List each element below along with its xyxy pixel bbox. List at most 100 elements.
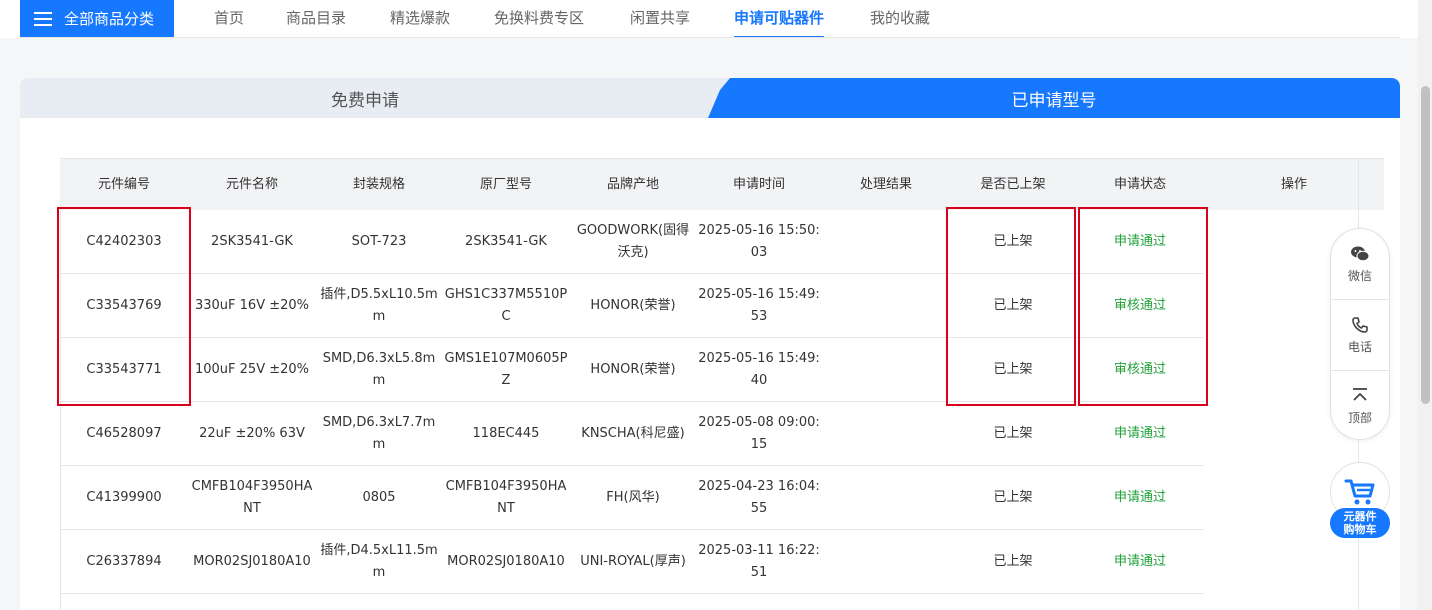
cart-icon [1344,479,1375,505]
col-header-code: 元件编号 [97,177,150,192]
col-header-status: 申请状态 [1113,177,1166,192]
table-row: C26337894 MOR02SJ0180A10 插件,D4.5xL11.5mm… [60,530,1204,594]
cell-time: 2025-04-23 16:04:55 [698,479,820,516]
cell-mfr-part: CMFB104F3950HANT [445,479,567,516]
wechat-icon [1351,246,1370,261]
cell-brand: FH(风华) [606,490,660,505]
cell-code: C33543769 [86,298,162,313]
cell-code: C26337894 [86,554,162,569]
col-header-name: 元件名称 [225,177,278,192]
cell-time: 2025-05-08 09:00:15 [698,415,820,452]
cell-code: C41399900 [86,490,162,505]
cart-label-line2: 购物车 [1343,523,1377,536]
wechat-label: 微信 [1347,268,1372,283]
phone-button[interactable]: 电话 [1331,300,1389,370]
cell-status: 审核通过 [1113,362,1166,377]
nav-divider [20,37,1400,38]
all-categories-button[interactable]: 全部商品分类 [20,0,174,37]
cell-name: 2SK3541-GK [211,234,293,249]
table-left-border [60,210,61,610]
cell-mfr-part: MOR02SJ0180A10 [447,554,565,569]
cell-status: 申请通过 [1113,490,1166,505]
nav-item-idle-share[interactable]: 闲置共享 [630,0,690,37]
phone-icon [1352,316,1368,333]
tab-free-apply[interactable]: 免费申请 [20,78,740,118]
cell-listed: 已上架 [993,298,1033,313]
cell-brand: HONOR(荣誉) [590,362,676,377]
cell-result [822,210,950,274]
cell-brand: HONOR(荣誉) [590,298,676,313]
col-header-action: 操作 [1280,177,1307,192]
col-header-result: 处理结果 [859,177,912,192]
cell-result [822,402,950,466]
back-to-top-icon [1353,387,1367,401]
cell-time: 2025-05-16 15:49:40 [698,351,820,388]
cell-status: 审核通过 [1113,298,1166,313]
cell-package: SMD,D6.3xL5.8mm [322,351,436,388]
cart-label: 元器件 购物车 [1330,508,1390,538]
col-header-time: 申请时间 [732,177,785,192]
cell-package: SMD,D6.3xL7.7mm [322,415,436,452]
all-categories-label: 全部商品分类 [64,10,155,28]
cell-result [822,530,950,594]
cell-name: 330uF 16V ±20% [194,298,310,313]
cell-result [822,338,950,402]
cell-mfr-part: 2SK3541-GK [465,234,547,249]
floating-toolbar: 微信 电话 顶部 [1330,228,1390,440]
table-header: 元件编号 元件名称 封装规格 原厂型号 品牌产地 申请时间 处理结果 是否已上架… [60,158,1384,210]
nav-item-apply-parts[interactable]: 申请可贴器件 [734,0,825,38]
cell-status: 申请通过 [1113,234,1166,249]
cell-listed: 已上架 [993,234,1033,249]
cart-label-line1: 元器件 [1343,510,1377,523]
cell-name: CMFB104F3950HANT [191,479,313,516]
cell-package: SOT-723 [351,234,407,249]
wechat-button[interactable]: 微信 [1331,229,1389,299]
nav-item-featured[interactable]: 精选爆款 [390,0,450,37]
cell-listed: 已上架 [993,554,1033,569]
cell-name: MOR02SJ0180A10 [193,554,311,569]
cell-brand: UNI-ROYAL(厚声) [580,554,686,569]
table-row: C33543769 330uF 16V ±20% 插件,D5.5xL10.5mm… [60,274,1204,338]
cart-button[interactable]: 元器件 购物车 [1330,462,1390,538]
tab-applied-models[interactable]: 已申请型号 [708,78,1400,118]
cell-listed: 已上架 [993,362,1033,377]
cell-package: 插件,D4.5xL11.5mm [320,543,438,580]
cell-package: 0805 [362,490,396,505]
nav-item-home[interactable]: 首页 [214,0,244,37]
cell-code: C42402303 [86,234,162,249]
cell-name: 100uF 25V ±20% [194,362,310,377]
cell-time: 2025-05-16 15:49:53 [698,287,820,324]
nav-item-catalog[interactable]: 商品目录 [286,0,346,37]
phone-label: 电话 [1347,339,1372,354]
top-nav: 全部商品分类 首页 商品目录 精选爆款 免换料费专区 闲置共享 申请可贴器件 我… [0,0,1432,38]
cell-name: 22uF ±20% 63V [199,426,305,441]
cell-brand: GOODWORK(固得沃克) [576,223,690,260]
menu-icon [34,11,52,26]
cell-time: 2025-05-16 15:50:03 [698,223,820,260]
cell-listed: 已上架 [993,426,1033,441]
table-row: C33543771 100uF 25V ±20% SMD,D6.3xL5.8mm… [60,338,1204,402]
col-header-package: 封装规格 [352,177,405,192]
col-header-listed: 是否已上架 [980,177,1046,192]
cell-time: 2025-03-11 16:22:51 [698,543,820,580]
cell-status: 申请通过 [1113,426,1166,441]
cell-package: 插件,D5.5xL10.5mm [320,287,438,324]
nav-item-favorites[interactable]: 我的收藏 [870,0,930,37]
cell-mfr-part: GMS1E107M0605PZ [444,351,568,388]
nav-item-free-reel-change[interactable]: 免换料费专区 [494,0,584,37]
cell-code: C46528097 [86,426,162,441]
cell-brand: KNSCHA(科尼盛) [581,426,685,441]
table-row: C41399900 CMFB104F3950HANT 0805 CMFB104F… [60,466,1204,530]
cell-listed: 已上架 [993,490,1033,505]
cell-code: C33543771 [86,362,162,377]
cell-result [822,274,950,338]
cell-mfr-part: GHS1C337M5510PC [444,287,568,324]
page-scrollbar-thumb[interactable] [1421,86,1430,404]
back-to-top-button[interactable]: 顶部 [1331,371,1389,441]
cell-result [822,466,950,530]
table-row: C42402303 2SK3541-GK SOT-723 2SK3541-GK … [60,210,1204,274]
table-row: C46528097 22uF ±20% 63V SMD,D6.3xL7.7mm … [60,402,1204,466]
back-to-top-label: 顶部 [1347,410,1372,425]
cell-mfr-part: 118EC445 [472,426,540,441]
col-header-mfr-part: 原厂型号 [479,177,532,192]
